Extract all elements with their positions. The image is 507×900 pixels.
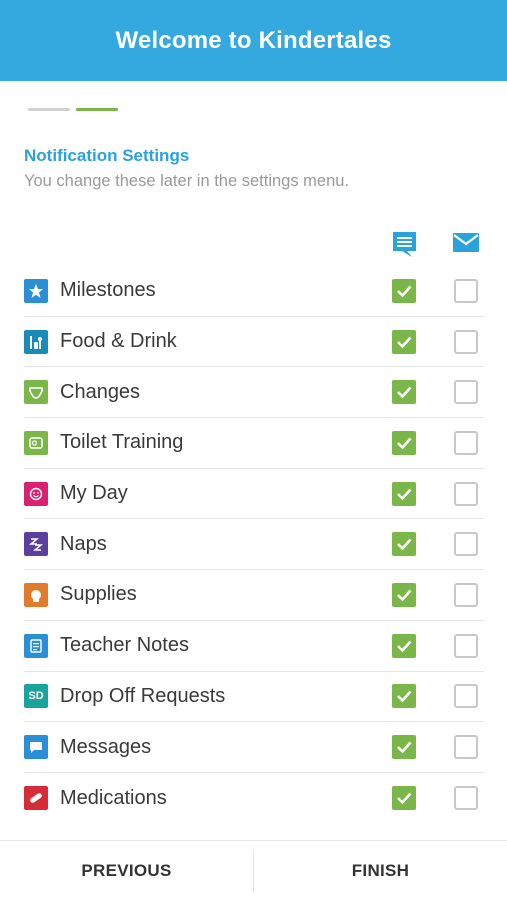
checkmark-icon <box>397 386 412 399</box>
checkmark-icon <box>397 285 412 298</box>
checkmark-icon <box>397 437 412 450</box>
push-notification-checkbox[interactable] <box>392 278 416 303</box>
notification-settings-list: Milestones Food & Drink Changes Toilet Trai… <box>24 266 484 824</box>
notification-row-milestones: Milestones <box>24 266 484 317</box>
push-notification-checkbox[interactable] <box>392 430 416 455</box>
progress-step-1 <box>28 108 70 111</box>
push-notification-checkbox[interactable] <box>392 481 416 506</box>
email-notification-checkbox[interactable] <box>454 532 478 557</box>
step-progress-indicator <box>28 108 118 111</box>
previous-button[interactable]: PREVIOUS <box>0 841 253 900</box>
notification-row-changes: Changes <box>24 367 484 419</box>
checkmark-icon <box>397 538 412 551</box>
pill-icon <box>24 786 48 811</box>
section-subtitle: You change these later in the settings m… <box>24 172 350 190</box>
food-drink-icon <box>24 329 48 354</box>
supplies-icon <box>24 582 48 607</box>
header-title: Welcome to Kindertales <box>115 26 392 54</box>
row-label: Messages <box>60 735 152 758</box>
email-notification-checkbox[interactable] <box>454 582 478 607</box>
email-notification-checkbox[interactable] <box>454 735 478 760</box>
row-label: Supplies <box>60 583 137 606</box>
notification-row-drop-off-requests: SD Drop Off Requests <box>24 672 484 723</box>
email-notification-checkbox[interactable] <box>454 481 478 506</box>
row-label: Naps <box>60 532 107 555</box>
toilet-paper-icon <box>24 430 48 455</box>
diaper-icon <box>24 380 48 405</box>
chat-bubble-icon <box>393 232 416 257</box>
checkmark-icon <box>397 488 412 500</box>
notification-row-supplies: Supplies <box>24 570 484 621</box>
push-notification-checkbox[interactable] <box>392 735 416 760</box>
push-notification-checkbox[interactable] <box>392 380 416 405</box>
checkmark-icon <box>397 336 412 348</box>
notification-row-food-drink: Food & Drink <box>24 317 484 368</box>
notification-row-messages: Messages <box>24 722 484 773</box>
checkmark-icon <box>397 792 412 805</box>
email-notification-checkbox[interactable] <box>454 684 478 709</box>
checkmark-icon <box>397 589 412 602</box>
envelope-icon <box>453 233 479 252</box>
push-notification-checkbox[interactable] <box>392 684 416 709</box>
notification-row-my-day: My Day <box>24 469 484 520</box>
row-label: Toilet Training <box>60 431 184 454</box>
app-header: Welcome to Kindertales <box>0 0 507 81</box>
notification-row-medications: Medications <box>24 773 484 824</box>
message-icon <box>24 735 48 760</box>
finish-button[interactable]: FINISH <box>254 841 507 900</box>
push-notification-checkbox[interactable] <box>392 532 416 557</box>
push-notification-checkbox[interactable] <box>392 633 416 658</box>
email-notification-column-header <box>452 230 480 259</box>
row-label: Changes <box>60 380 141 403</box>
notification-row-toilet-training: Toilet Training <box>24 418 484 469</box>
row-label: Teacher Notes <box>60 634 189 657</box>
checkmark-icon <box>397 741 412 754</box>
checkmark-icon <box>397 640 412 653</box>
notification-row-teacher-notes: Teacher Notes <box>24 621 484 672</box>
footer-bar: PREVIOUS FINISH <box>0 840 507 900</box>
row-label: Medications <box>60 786 167 809</box>
star-icon <box>24 278 48 303</box>
email-notification-checkbox[interactable] <box>454 329 478 354</box>
email-notification-checkbox[interactable] <box>454 380 478 405</box>
row-label: My Day <box>60 482 128 505</box>
smiley-icon <box>24 481 48 506</box>
notification-row-naps: Naps <box>24 519 484 571</box>
email-notification-checkbox[interactable] <box>454 278 478 303</box>
push-notification-checkbox[interactable] <box>392 786 416 811</box>
progress-step-2 <box>76 108 118 111</box>
email-notification-checkbox[interactable] <box>454 633 478 658</box>
notes-icon <box>24 633 48 658</box>
push-notification-checkbox[interactable] <box>392 329 416 354</box>
sleep-icon <box>24 532 48 557</box>
row-label: Drop Off Requests <box>60 684 226 707</box>
push-notification-column-header <box>391 230 418 263</box>
sd-badge-text: SD <box>28 690 44 703</box>
email-notification-checkbox[interactable] <box>454 786 478 811</box>
row-label: Milestones <box>60 279 156 302</box>
section-title: Notification Settings <box>24 146 190 165</box>
checkmark-icon <box>397 690 412 703</box>
row-label: Food & Drink <box>60 330 177 353</box>
push-notification-checkbox[interactable] <box>392 582 416 607</box>
email-notification-checkbox[interactable] <box>454 430 478 455</box>
sd-badge-icon: SD <box>24 684 48 709</box>
